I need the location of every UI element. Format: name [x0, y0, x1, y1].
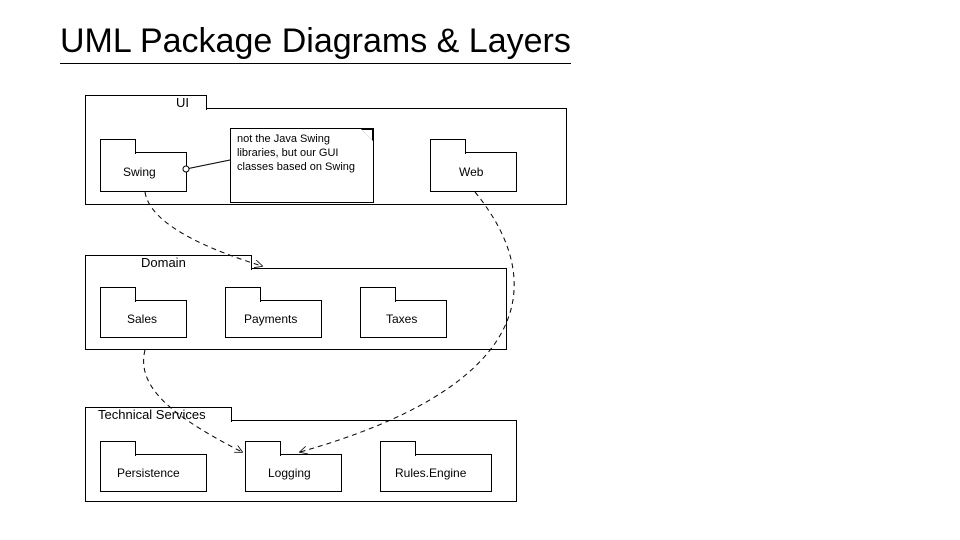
pkg-persistence-label: Persistence: [117, 466, 180, 480]
pkg-swing-label: Swing: [123, 165, 156, 179]
layer-domain-label: Domain: [141, 255, 186, 270]
pkg-sales-label: Sales: [127, 312, 157, 326]
pkg-web: Web: [430, 152, 517, 192]
pkg-rules-label: Rules.Engine: [395, 466, 466, 480]
pkg-taxes: Taxes: [360, 300, 447, 338]
pkg-web-label: Web: [459, 165, 483, 179]
note-swing: not the Java Swing libraries, but our GU…: [230, 128, 374, 203]
layer-tech-label: Technical Services: [98, 407, 206, 422]
pkg-persistence: Persistence: [100, 454, 207, 492]
layer-ui-label: UI: [176, 95, 189, 110]
pkg-sales: Sales: [100, 300, 187, 338]
page-title: UML Package Diagrams & Layers: [60, 22, 571, 64]
note-swing-text: not the Java Swing libraries, but our GU…: [237, 133, 355, 173]
pkg-logging: Logging: [245, 454, 342, 492]
note-fold-icon: [361, 129, 373, 141]
pkg-payments-label: Payments: [244, 312, 297, 326]
pkg-payments: Payments: [225, 300, 322, 338]
pkg-logging-label: Logging: [268, 466, 311, 480]
pkg-swing: Swing: [100, 152, 187, 192]
pkg-taxes-label: Taxes: [386, 312, 417, 326]
pkg-rules: Rules.Engine: [380, 454, 492, 492]
